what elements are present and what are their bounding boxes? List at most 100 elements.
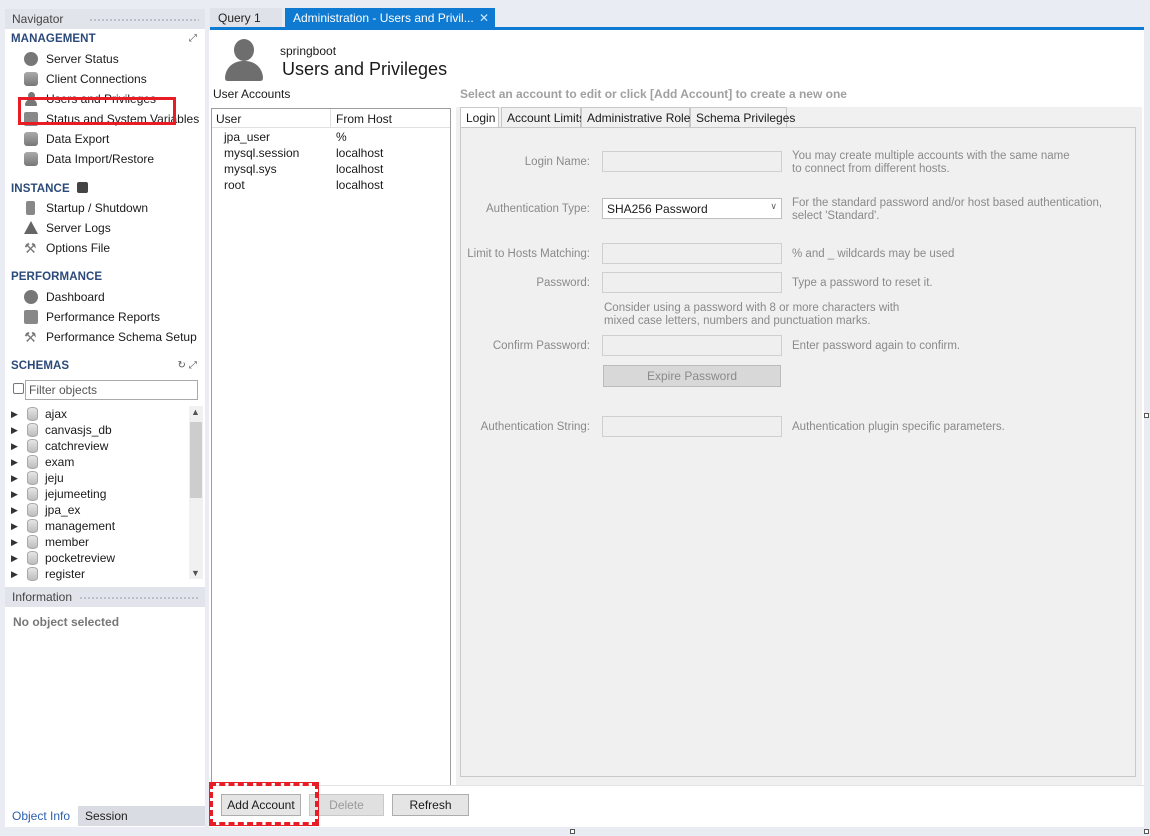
tab-label: Query 1 xyxy=(218,11,261,25)
tab-administration-users[interactable]: Administration - Users and Privil... ✕ xyxy=(285,8,495,28)
expand-arrow-icon[interactable]: ▶ xyxy=(11,438,18,454)
account-row[interactable]: root localhost xyxy=(212,177,450,193)
account-user: mysql.session xyxy=(224,146,300,160)
nav-item-options-file[interactable]: Options File xyxy=(5,238,205,258)
tab-administrative-roles[interactable]: Administrative Roles xyxy=(581,107,696,128)
expand-arrow-icon[interactable]: ▶ xyxy=(11,534,18,550)
resize-handle-right[interactable] xyxy=(1144,413,1149,418)
resize-handle-corner[interactable] xyxy=(1144,829,1149,834)
column-user[interactable]: User xyxy=(216,112,241,126)
expand-arrow-icon[interactable]: ▶ xyxy=(11,422,18,438)
warning-icon xyxy=(24,221,38,234)
account-user: mysql.sys xyxy=(224,162,277,176)
expand-arrow-icon[interactable]: ▶ xyxy=(11,502,18,518)
navigator-panel: Navigator MANAGEMENT ⤢ Server Status Cli… xyxy=(5,9,205,827)
user-icon xyxy=(24,92,38,106)
scroll-thumb[interactable] xyxy=(190,422,202,498)
avatar-head xyxy=(234,39,254,61)
tab-schema-privileges[interactable]: Schema Privileges xyxy=(690,107,795,128)
schema-item[interactable]: ▶ exam xyxy=(5,454,205,470)
nav-item-label: Client Connections xyxy=(46,72,147,86)
accounts-header: User From Host xyxy=(212,109,450,128)
nav-item-client-connections[interactable]: Client Connections xyxy=(5,69,205,89)
refresh-button[interactable]: Refresh xyxy=(392,794,469,816)
schema-item[interactable]: ▶ ajax xyxy=(5,406,205,422)
login-name-label: Login Name: xyxy=(524,156,590,168)
tab-login[interactable]: Login xyxy=(460,107,499,128)
schema-list: ▶ ajax ▶ canvasjs_db ▶ catchreview ▶ exam ▶ jeju ▶… xyxy=(5,406,205,581)
expand-arrow-icon[interactable]: ▶ xyxy=(11,566,18,581)
schema-item[interactable]: ▶ jeju xyxy=(5,470,205,486)
schema-item[interactable]: ▶ canvasjs_db xyxy=(5,422,205,438)
nav-item-data-export[interactable]: Data Export xyxy=(5,129,205,149)
password-help: Type a password to reset it. xyxy=(792,277,933,289)
tab-query-1[interactable]: Query 1 xyxy=(210,8,282,28)
schema-name: jpa_ex xyxy=(45,503,81,517)
schema-item[interactable]: ▶ catchreview xyxy=(5,438,205,454)
schema-name: jeju xyxy=(45,471,64,485)
expand-arrow-icon[interactable]: ▶ xyxy=(11,454,18,470)
expand-arrow-icon[interactable]: ▶ xyxy=(11,550,18,566)
close-icon[interactable]: ✕ xyxy=(479,8,489,28)
nav-item-label: Server Logs xyxy=(46,221,111,235)
reports-icon xyxy=(24,310,38,324)
expire-password-button[interactable]: Expire Password xyxy=(603,365,781,387)
header-grip xyxy=(89,18,199,22)
nav-item-startup-shutdown[interactable]: Startup / Shutdown xyxy=(5,198,205,218)
schema-item[interactable]: ▶ jejumeeting xyxy=(5,486,205,502)
nav-item-label: Performance Reports xyxy=(46,310,161,324)
nav-item-dashboard[interactable]: Dashboard xyxy=(5,287,205,307)
scroll-down-icon[interactable]: ▼ xyxy=(191,568,200,578)
expand-arrow-icon[interactable]: ▶ xyxy=(11,406,18,422)
account-row[interactable]: jpa_user% xyxy=(212,129,450,145)
hosts-field xyxy=(602,243,782,264)
expand-icon[interactable]: ⤢ xyxy=(189,33,197,44)
add-account-button[interactable]: Add Account xyxy=(221,794,301,816)
information-title: Information xyxy=(12,590,73,604)
nav-item-performance-reports[interactable]: Performance Reports xyxy=(5,307,205,327)
auth-string-field xyxy=(602,416,782,437)
schema-name: ajax xyxy=(45,407,68,421)
column-from-host[interactable]: From Host xyxy=(336,112,392,126)
refresh-schemas-icon[interactable]: ↻ ⤢ xyxy=(178,360,197,371)
auth-type-select[interactable]: SHA256 Password ∨ xyxy=(602,198,782,219)
schema-scrollbar[interactable]: ▲ ▼ xyxy=(189,406,203,579)
account-user: jpa_user xyxy=(224,130,271,144)
account-host: localhost xyxy=(336,146,384,160)
nav-item-data-import[interactable]: Data Import/Restore xyxy=(5,149,205,169)
delete-button[interactable]: Delete xyxy=(309,794,384,816)
nav-item-server-status[interactable]: Server Status xyxy=(5,49,205,69)
auth-string-label: Authentication String: xyxy=(480,421,590,433)
scroll-up-icon[interactable]: ▲ xyxy=(191,407,200,417)
schema-item[interactable]: ▶ register xyxy=(5,566,205,581)
instance-title: INSTANCE xyxy=(11,183,70,195)
schema-item[interactable]: ▶ management xyxy=(5,518,205,534)
nav-item-label: Status and System Variables xyxy=(46,112,200,126)
expand-arrow-icon[interactable]: ▶ xyxy=(11,518,18,534)
tab-session[interactable]: Session xyxy=(78,806,205,826)
page-title: Users and Privileges xyxy=(282,59,448,79)
filter-objects-input[interactable] xyxy=(25,380,198,400)
resize-handle-bottom[interactable] xyxy=(570,829,575,834)
expand-arrow-icon[interactable]: ▶ xyxy=(11,470,18,486)
password-field xyxy=(602,272,782,293)
chevron-down-icon: ∨ xyxy=(770,201,777,211)
schema-item[interactable]: ▶ pocketreview xyxy=(5,550,205,566)
nav-item-status-variables[interactable]: Status and System Variables xyxy=(5,109,205,129)
schema-item[interactable]: ▶ jpa_ex xyxy=(5,502,205,518)
nav-item-users-privileges[interactable]: Users and Privileges xyxy=(5,89,205,109)
nav-item-label: Dashboard xyxy=(46,290,105,304)
tab-account-limits[interactable]: Account Limits xyxy=(501,107,585,128)
password-note: Consider using a password with 8 or more… xyxy=(604,302,900,327)
schema-name: register xyxy=(45,567,86,581)
tab-object-info[interactable]: Object Info xyxy=(5,806,78,826)
nav-item-server-logs[interactable]: Server Logs xyxy=(5,218,205,238)
expand-arrow-icon[interactable]: ▶ xyxy=(11,486,18,502)
nav-item-performance-schema-setup[interactable]: Performance Schema Setup xyxy=(5,327,205,347)
confirm-password-field xyxy=(602,335,782,356)
database-icon xyxy=(27,423,38,437)
auth-type-label: Authentication Type: xyxy=(486,203,590,215)
setup-icon xyxy=(24,327,38,347)
nav-item-label: Startup / Shutdown xyxy=(46,201,149,215)
schema-item[interactable]: ▶ member xyxy=(5,534,205,550)
